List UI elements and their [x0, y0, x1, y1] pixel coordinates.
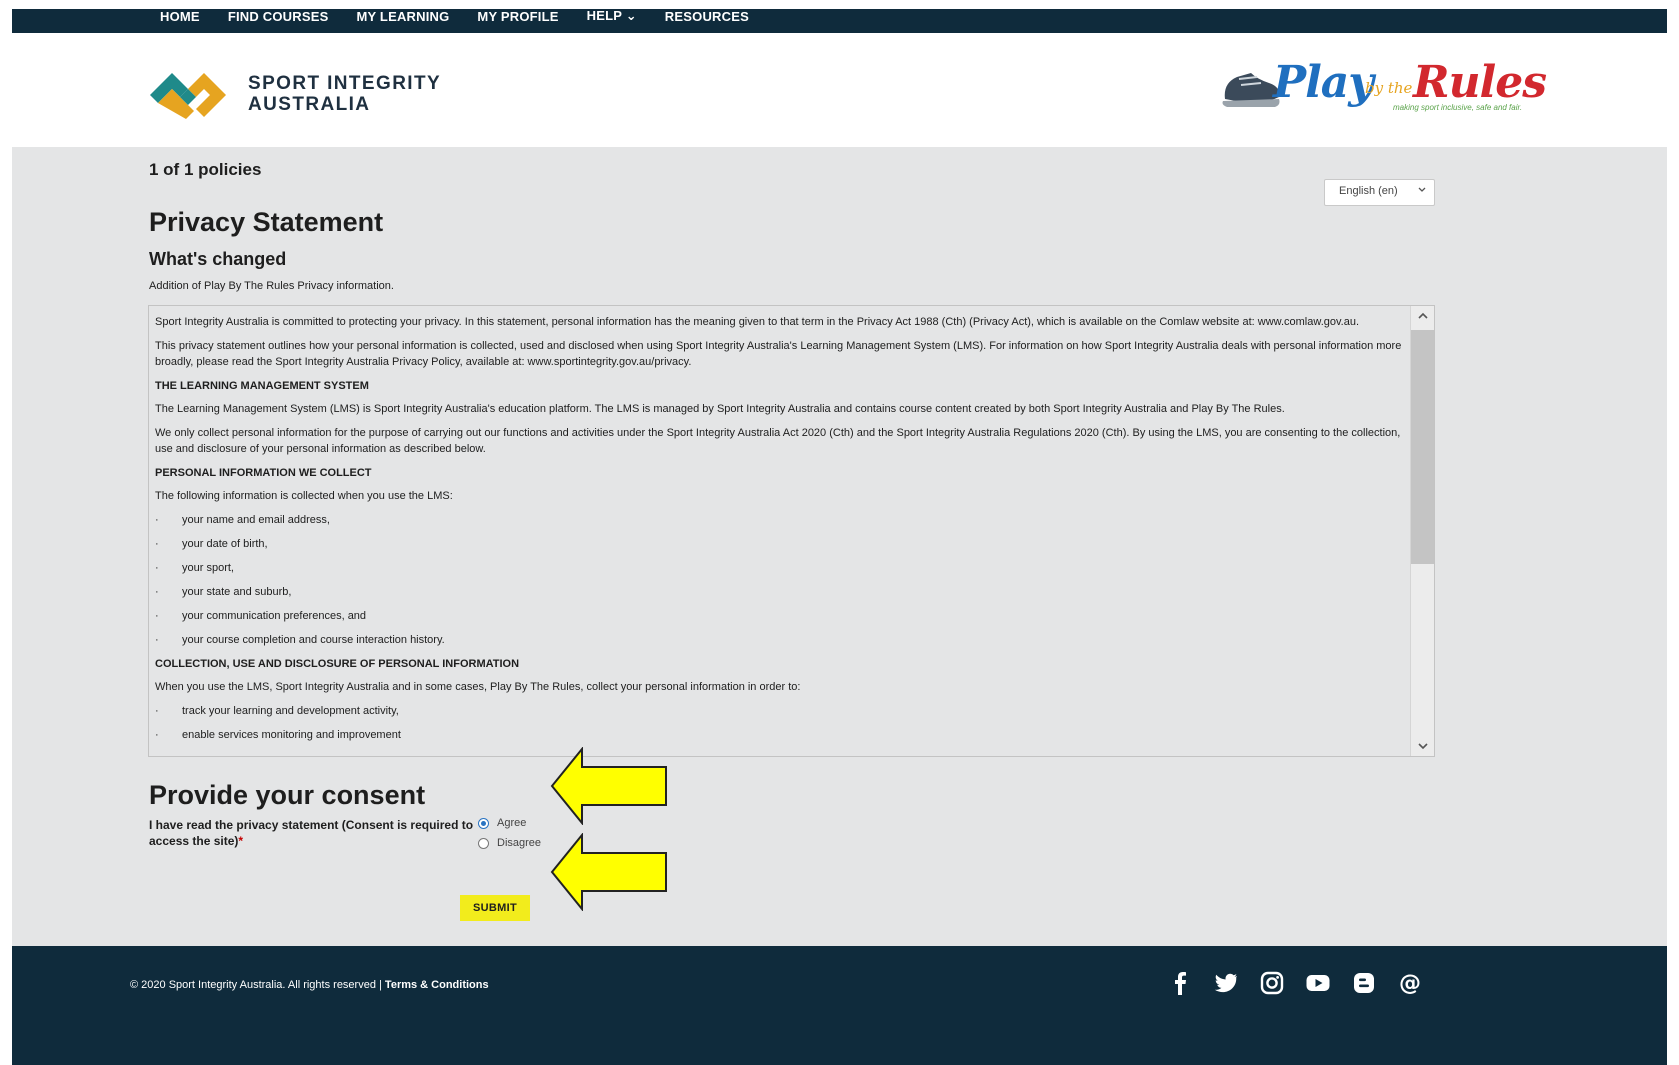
- partner-play-text: Play: [1273, 57, 1374, 108]
- policy-paragraph: We only collect personal information for…: [155, 427, 1401, 455]
- bullet: ·: [155, 705, 159, 717]
- facebook-icon[interactable]: [1167, 970, 1193, 996]
- policy-count: 1 of 1 policies: [149, 160, 262, 179]
- instagram-icon[interactable]: [1259, 970, 1285, 996]
- bullet: ·: [155, 562, 159, 574]
- list-item-text: your date of birth,: [182, 538, 268, 550]
- disagree-radio[interactable]: [478, 837, 489, 849]
- chevron-down-icon: [1418, 187, 1426, 192]
- nav-my-profile[interactable]: MY PROFILE: [477, 9, 558, 24]
- whats-changed-text: Addition of Play By The Rules Privacy in…: [149, 280, 394, 292]
- brand-line-1: SPORT INTEGRITY: [248, 73, 442, 94]
- policy-paragraph: The following information is collected w…: [155, 490, 453, 502]
- partner-bythe-text: by the: [1365, 79, 1413, 97]
- page-frame: HOME FIND COURSES MY LEARNING MY PROFILE…: [12, 9, 1667, 1065]
- blog-icon[interactable]: [1351, 970, 1377, 996]
- list-item-text: your state and suburb,: [182, 586, 292, 598]
- copyright-text: © 2020 Sport Integrity Australia. All ri…: [130, 979, 489, 991]
- nav-home[interactable]: HOME: [160, 9, 200, 24]
- list-item: · your date of birth,: [155, 536, 1405, 552]
- nav-help-label: HELP: [586, 9, 622, 23]
- consent-question: I have read the privacy statement (Conse…: [149, 817, 479, 849]
- bullet: ·: [155, 610, 159, 622]
- list-item: · enable services monitoring and improvem…: [155, 727, 1405, 743]
- partner-tagline: making sport inclusive, safe and fair.: [1393, 103, 1523, 112]
- nav-help[interactable]: HELP ⌄: [587, 9, 637, 24]
- top-nav: HOME FIND COURSES MY LEARNING MY PROFILE…: [12, 9, 1667, 33]
- policy-paragraph: When you use the LMS, Sport Integrity Au…: [155, 681, 801, 693]
- list-item-text: your course completion and course intera…: [182, 634, 445, 646]
- scrollbar-thumb[interactable]: [1411, 330, 1434, 564]
- bullet: ·: [155, 729, 159, 741]
- site-footer: © 2020 Sport Integrity Australia. All ri…: [12, 946, 1667, 1065]
- list-item-text: your communication preferences, and: [182, 610, 367, 622]
- disagree-label: Disagree: [497, 837, 542, 849]
- bullet: ·: [155, 538, 159, 550]
- list-item-text: your name and email address,: [182, 514, 330, 526]
- bullet: ·: [155, 586, 159, 598]
- social-links: @: [1167, 970, 1423, 996]
- whats-changed-heading: What's changed: [149, 249, 287, 269]
- list-item: · your course completion and course inter…: [155, 632, 1405, 648]
- bullet: ·: [155, 634, 159, 646]
- site-header: SPORT INTEGRITY AUSTRALIA Play by the Ru…: [12, 33, 1667, 147]
- page-title: Privacy Statement: [149, 207, 384, 237]
- sport-integrity-australia-logo[interactable]: [146, 65, 230, 127]
- agree-label: Agree: [497, 817, 527, 829]
- yellow-arrow-icon: [550, 833, 667, 911]
- list-item-text: track your learning and development acti…: [182, 705, 399, 717]
- nav-find-courses[interactable]: FIND COURSES: [228, 9, 329, 24]
- list-item: · your communication preferences, and: [155, 608, 1405, 624]
- list-item-text: your sport,: [182, 562, 234, 574]
- copyright-label: © 2020 Sport Integrity Australia. All ri…: [130, 979, 385, 991]
- required-mark: *: [238, 834, 244, 848]
- policy-paragraph: Sport Integrity Australia is committed t…: [155, 316, 1360, 328]
- chevron-down-icon[interactable]: [1417, 740, 1429, 752]
- svg-text:@: @: [1399, 971, 1421, 996]
- agree-option[interactable]: Agree: [478, 817, 526, 829]
- partner-rules-text: Rules: [1413, 57, 1547, 108]
- youtube-icon[interactable]: [1305, 970, 1331, 996]
- email-icon[interactable]: @: [1397, 970, 1423, 996]
- submit-button[interactable]: SUBMIT: [460, 895, 530, 921]
- brand-line-2: AUSTRALIA: [248, 94, 371, 115]
- list-item: · track your learning and development act…: [155, 703, 1405, 719]
- consent-heading: Provide your consent: [149, 780, 426, 810]
- language-select[interactable]: English (en): [1324, 179, 1435, 206]
- list-item: · your sport,: [155, 560, 1405, 576]
- nav-resources[interactable]: RESOURCES: [665, 9, 749, 24]
- policy-content: Sport Integrity Australia is committed t…: [155, 314, 1405, 751]
- language-select-value: English (en): [1339, 185, 1398, 197]
- policy-paragraph: The Learning Management System (LMS) is …: [155, 403, 1285, 415]
- agree-radio[interactable]: [478, 817, 489, 829]
- list-item-text: enable services monitoring and improveme…: [182, 729, 401, 741]
- nav-my-learning[interactable]: MY LEARNING: [356, 9, 449, 24]
- policy-scrollbar[interactable]: [1410, 306, 1434, 756]
- bullet: ·: [155, 514, 159, 526]
- list-item: · your name and email address,: [155, 512, 1405, 528]
- policy-section-heading: PERSONAL INFORMATION WE COLLECT: [155, 467, 372, 479]
- yellow-arrow-icon: [550, 747, 667, 825]
- chevron-down-icon: ⌄: [625, 9, 637, 23]
- brand-name: SPORT INTEGRITY AUSTRALIA: [248, 73, 441, 115]
- terms-link[interactable]: Terms & Conditions: [385, 979, 489, 991]
- list-item: · your state and suburb,: [155, 584, 1405, 600]
- policy-section-heading: COLLECTION, USE AND DISCLOSURE OF PERSON…: [155, 658, 520, 670]
- policy-paragraph: This privacy statement outlines how your…: [155, 340, 1402, 368]
- policy-section-heading: THE LEARNING MANAGEMENT SYSTEM: [155, 380, 369, 392]
- disagree-option[interactable]: Disagree: [478, 837, 541, 849]
- twitter-icon[interactable]: [1213, 970, 1239, 996]
- play-by-the-rules-logo[interactable]: Play by the Rules making sport inclusive…: [1217, 57, 1547, 123]
- consent-question-text: I have read the privacy statement (Conse…: [149, 818, 474, 848]
- chevron-up-icon[interactable]: [1417, 310, 1429, 322]
- policy-text-box[interactable]: Sport Integrity Australia is committed t…: [148, 305, 1435, 757]
